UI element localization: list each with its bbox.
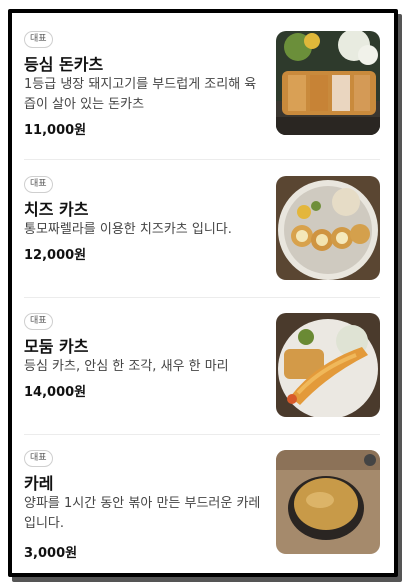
pork-cutlet-photo[interactable]: [276, 31, 380, 135]
curry-bowl-photo[interactable]: [276, 450, 380, 554]
menu-item-price: 12,000원: [24, 248, 87, 263]
menu-item[interactable]: 대표 등심 돈카츠 1등급 냉장 돼지고기를 부드럽게 조리해 육즙이 살아 있…: [24, 31, 380, 151]
signature-badge: 대표: [24, 450, 53, 467]
divider: [24, 434, 380, 435]
divider: [24, 159, 380, 160]
menu-item-description: 양파를 1시간 동안 볶아 만든 부드러운 카레입니다.: [24, 496, 261, 531]
menu-item[interactable]: 대표 모둠 카츠 등심 카츠, 안심 한 조각, 새우 한 마리 14,000원: [24, 313, 380, 433]
menu-item-name: 모둠 카츠: [24, 337, 89, 356]
signature-badge: 대표: [24, 31, 53, 48]
menu-item-name: 등심 돈카츠: [24, 55, 104, 74]
signature-badge: 대표: [24, 176, 53, 193]
menu-item-price: 11,000원: [24, 123, 87, 138]
menu-item[interactable]: 대표 카레 양파를 1시간 동안 볶아 만든 부드러운 카레입니다. 3,000…: [24, 450, 380, 570]
menu-item[interactable]: 대표 치즈 카츠 통모짜렐라를 이용한 치즈카츠 입니다. 12,000원: [24, 176, 380, 296]
menu-item-name: 치즈 카츠: [24, 200, 89, 219]
mixed-cutlet-photo[interactable]: [276, 313, 380, 417]
menu-item-description: 등심 카츠, 안심 한 조각, 새우 한 마리: [24, 359, 229, 374]
menu-item-price: 14,000원: [24, 385, 87, 400]
menu-item-name: 카레: [24, 474, 54, 493]
menu-item-description: 통모짜렐라를 이용한 치즈카츠 입니다.: [24, 222, 232, 237]
signature-badge: 대표: [24, 313, 53, 330]
menu-item-description: 1등급 냉장 돼지고기를 부드럽게 조리해 육즙이 살아 있는 돈카츠: [24, 77, 257, 112]
divider: [24, 297, 380, 298]
cheese-cutlet-photo[interactable]: [276, 176, 380, 280]
menu-panel: 대표 등심 돈카츠 1등급 냉장 돼지고기를 부드럽게 조리해 육즙이 살아 있…: [8, 9, 398, 577]
menu-item-price: 3,000원: [24, 546, 78, 561]
